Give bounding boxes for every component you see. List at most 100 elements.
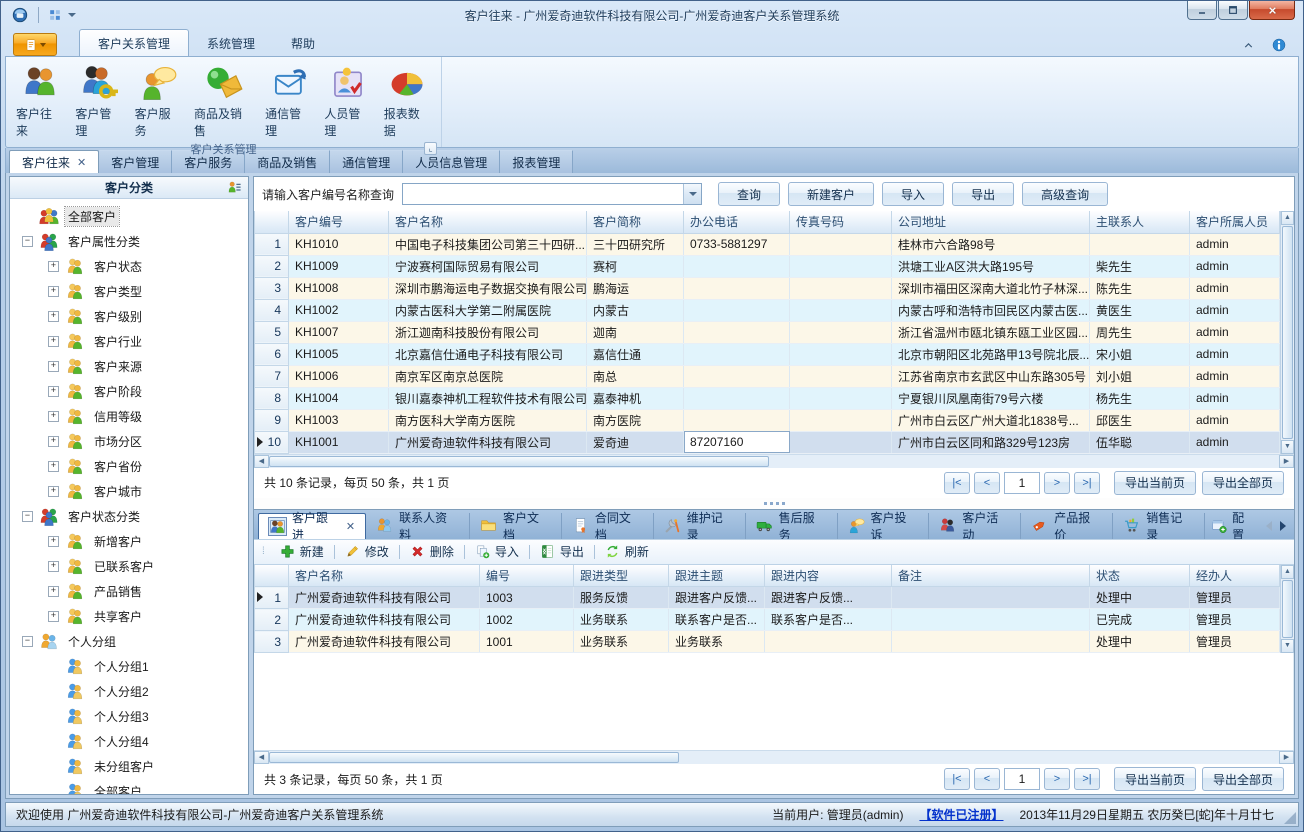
- cell[interactable]: 宁波赛柯国际贸易有限公司: [389, 255, 587, 277]
- export-all-pages-button[interactable]: 导出全部页: [1202, 471, 1284, 495]
- scrollbar-thumb[interactable]: [269, 456, 769, 467]
- export-current-page-button[interactable]: 导出当前页: [1114, 767, 1196, 791]
- cell[interactable]: 柴先生: [1090, 255, 1190, 277]
- tree-item-客户行业[interactable]: +客户行业: [10, 329, 248, 354]
- table-row[interactable]: 3KH1008深圳市鹏海运电子数据交换有限公司鹏海运深圳市福田区深南大道北竹子林…: [255, 277, 1280, 299]
- cell[interactable]: [684, 277, 790, 299]
- scroll-left-icon[interactable]: ◀: [254, 751, 269, 764]
- column-header-客户简称[interactable]: 客户简称: [587, 211, 684, 233]
- ribbon-tab-帮助[interactable]: 帮助: [273, 30, 333, 56]
- cell[interactable]: 1003: [480, 587, 574, 609]
- cell[interactable]: 爱奇迪: [587, 431, 684, 453]
- close-tab-icon[interactable]: ✕: [346, 520, 355, 533]
- cell[interactable]: 浙江省温州市瓯北镇东瓯工业区园...: [892, 321, 1090, 343]
- scrollbar-thumb[interactable]: [1282, 226, 1293, 439]
- tab-scroll-left-icon[interactable]: [1266, 521, 1272, 531]
- cell[interactable]: 内蒙古医科大学第二附属医院: [389, 299, 587, 321]
- scroll-right-icon[interactable]: ▶: [1279, 751, 1294, 764]
- cell[interactable]: [790, 277, 892, 299]
- cell[interactable]: admin: [1190, 387, 1280, 409]
- cell[interactable]: 业务联系: [669, 631, 765, 653]
- cell[interactable]: 管理员: [1190, 587, 1280, 609]
- 高级查询-button[interactable]: 高级查询: [1022, 182, 1108, 206]
- registered-link[interactable]: 【软件已注册】: [919, 806, 1003, 823]
- ribbon-button-客户往来[interactable]: 客户往来: [10, 60, 69, 141]
- expand-node-icon[interactable]: +: [48, 386, 59, 397]
- tree-item-市场分区[interactable]: +市场分区: [10, 429, 248, 454]
- cell[interactable]: [1090, 233, 1190, 255]
- detail-tab-客户投诉[interactable]: 客户投诉: [838, 513, 930, 539]
- tree-item-全部客户[interactable]: 全部客户: [10, 204, 248, 229]
- expand-node-icon[interactable]: +: [48, 561, 59, 572]
- cell[interactable]: [684, 321, 790, 343]
- cell[interactable]: 内蒙古呼和浩特市回民区内蒙古医...: [892, 299, 1090, 321]
- detail-tab-客户活动[interactable]: 客户活动: [929, 513, 1021, 539]
- tree-item-全部客户[interactable]: 全部客户: [10, 779, 248, 794]
- scroll-left-icon[interactable]: ◀: [254, 455, 269, 468]
- cell[interactable]: KH1007: [289, 321, 389, 343]
- collapse-node-icon[interactable]: −: [22, 236, 33, 247]
- column-header-传真号码[interactable]: 传真号码: [790, 211, 892, 233]
- scroll-up-icon[interactable]: ▲: [1281, 211, 1294, 225]
- cell[interactable]: [790, 409, 892, 431]
- cell[interactable]: 嘉泰神机: [587, 387, 684, 409]
- cell[interactable]: [790, 387, 892, 409]
- page-number-input[interactable]: 1: [1004, 768, 1040, 790]
- cell[interactable]: admin: [1190, 321, 1280, 343]
- cell[interactable]: 广州市白云区广州大道北1838号...: [892, 409, 1090, 431]
- cell[interactable]: 深圳市福田区深南大道北竹子林深...: [892, 277, 1090, 299]
- cell[interactable]: 业务联系: [574, 631, 669, 653]
- column-header-状态[interactable]: 状态: [1090, 565, 1190, 587]
- cell[interactable]: [684, 365, 790, 387]
- cell[interactable]: admin: [1190, 343, 1280, 365]
- cell[interactable]: 周先生: [1090, 321, 1190, 343]
- cell[interactable]: 嘉信仕通: [587, 343, 684, 365]
- page-number-input[interactable]: 1: [1004, 472, 1040, 494]
- tree-item-客户城市[interactable]: +客户城市: [10, 479, 248, 504]
- tree-item-信用等级[interactable]: +信用等级: [10, 404, 248, 429]
- scroll-down-icon[interactable]: ▼: [1281, 639, 1294, 653]
- category-settings-icon[interactable]: [227, 180, 242, 195]
- dialog-launcher-icon[interactable]: ⌞: [424, 142, 437, 155]
- prev-page-button[interactable]: <: [974, 472, 1000, 494]
- cell[interactable]: 三十四研究所: [587, 233, 684, 255]
- search-input[interactable]: [403, 184, 683, 204]
- cell[interactable]: 银川嘉泰神机工程软件技术有限公司: [389, 387, 587, 409]
- ribbon-button-客户管理[interactable]: 客户管理: [69, 60, 128, 141]
- table-row[interactable]: 6KH1005北京嘉信仕通电子科技有限公司嘉信仕通北京市朝阳区北苑路甲13号院北…: [255, 343, 1280, 365]
- detail-tab-联系人资料[interactable]: 联系人资料: [366, 513, 470, 539]
- quick-access-icon[interactable]: [48, 8, 62, 22]
- expand-node-icon[interactable]: +: [48, 611, 59, 622]
- column-header-编号[interactable]: 编号: [480, 565, 574, 587]
- collapse-node-icon[interactable]: −: [22, 636, 33, 647]
- tree-item-客户属性分类[interactable]: −客户属性分类: [10, 229, 248, 254]
- cell[interactable]: KH1010: [289, 233, 389, 255]
- cell[interactable]: 北京嘉信仕通电子科技有限公司: [389, 343, 587, 365]
- tree-item-产品销售[interactable]: +产品销售: [10, 579, 248, 604]
- cell[interactable]: [790, 299, 892, 321]
- doc-tab-报表管理[interactable]: 报表管理: [500, 150, 573, 173]
- cell[interactable]: 广州爱奇迪软件科技有限公司: [389, 431, 587, 453]
- 导入-button[interactable]: 导入: [882, 182, 944, 206]
- tree-item-新增客户[interactable]: +新增客户: [10, 529, 248, 554]
- scroll-up-icon[interactable]: ▲: [1281, 565, 1294, 579]
- collapse-ribbon-icon[interactable]: [1242, 39, 1255, 52]
- cell[interactable]: KH1009: [289, 255, 389, 277]
- cell[interactable]: 邱医生: [1090, 409, 1190, 431]
- cell[interactable]: 迦南: [587, 321, 684, 343]
- config-button[interactable]: 配置: [1205, 513, 1262, 539]
- expand-node-icon[interactable]: +: [48, 461, 59, 472]
- toolbar-修改-button[interactable]: 修改: [339, 543, 395, 560]
- cell[interactable]: admin: [1190, 255, 1280, 277]
- ribbon-button-报表数据[interactable]: 报表数据: [378, 60, 437, 141]
- column-header-客户名称[interactable]: 客户名称: [289, 565, 480, 587]
- expand-node-icon[interactable]: +: [48, 436, 59, 447]
- detail-tab-维护记录[interactable]: 维护记录: [654, 513, 746, 539]
- cell[interactable]: [790, 255, 892, 277]
- prev-page-button[interactable]: <: [974, 768, 1000, 790]
- cell[interactable]: 广州爱奇迪软件科技有限公司: [289, 587, 480, 609]
- table-row[interactable]: 4KH1002内蒙古医科大学第二附属医院内蒙古内蒙古呼和浩特市回民区内蒙古医..…: [255, 299, 1280, 321]
- tree-item-个人分组[interactable]: −个人分组: [10, 629, 248, 654]
- column-header-客户所属人员[interactable]: 客户所属人员: [1190, 211, 1280, 233]
- quick-access-caret-icon[interactable]: [68, 13, 76, 17]
